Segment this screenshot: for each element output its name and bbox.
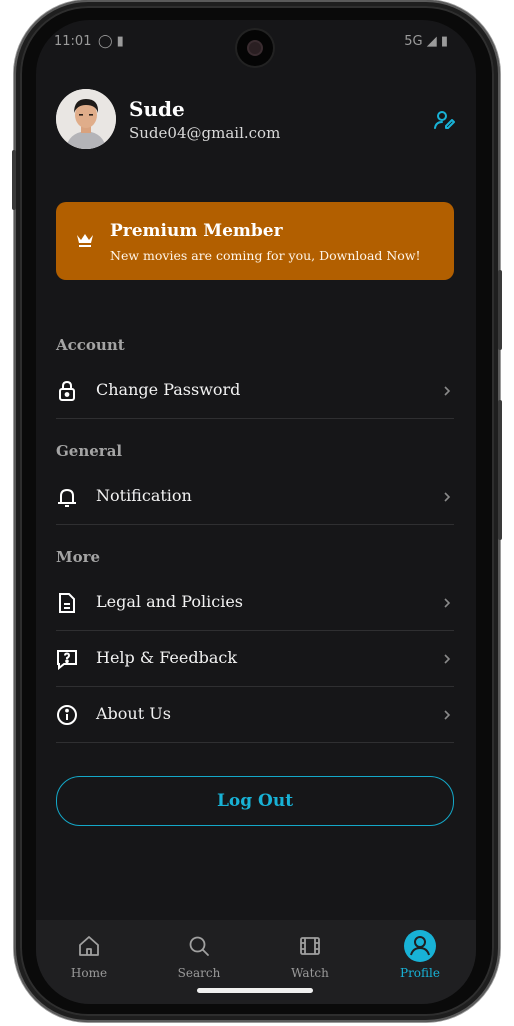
avatar-image: [56, 89, 116, 149]
chevron-right-icon: [444, 492, 451, 502]
logout-button[interactable]: Log Out: [56, 776, 454, 826]
network-label: 5G: [404, 34, 423, 49]
screen: 11:01 ◯ ▮ 5G ◢ ▮ Sude Sude04@gmail.com P…: [36, 20, 476, 1004]
avatar[interactable]: [56, 89, 116, 149]
settings-item-about-us[interactable]: About Us: [56, 690, 454, 743]
tab-label: Search: [177, 966, 221, 980]
premium-subtitle: New movies are coming for you, Download …: [110, 248, 421, 263]
profile-name: Sude: [129, 97, 185, 121]
settings-item-label: Legal and Policies: [96, 592, 243, 611]
home-icon: [79, 936, 99, 956]
premium-title: Premium Member: [110, 221, 283, 241]
side-button: [12, 150, 16, 210]
signal-icon: ◢ ▮: [426, 34, 448, 49]
profile-icon: [404, 930, 436, 962]
settings-item-label: About Us: [96, 704, 171, 723]
tab-home[interactable]: Home: [49, 932, 129, 990]
search-icon: [189, 936, 209, 956]
edit-profile-button[interactable]: [432, 108, 456, 132]
bell-icon: [58, 488, 76, 507]
settings-item-help-and-feedback[interactable]: Help & Feedback: [56, 634, 454, 687]
lock-icon: [59, 380, 75, 401]
tab-watch[interactable]: Watch: [270, 932, 350, 990]
chevron-right-icon: [444, 710, 451, 720]
side-button: [498, 270, 502, 350]
section-heading-account: Account: [56, 336, 125, 354]
side-button: [498, 400, 502, 540]
section-heading-general: General: [56, 442, 123, 460]
tab-profile[interactable]: Profile: [380, 930, 460, 990]
premium-banner[interactable]: Premium Member New movies are coming for…: [56, 202, 454, 280]
camera-cutout: [237, 30, 273, 66]
tab-label: Watch: [291, 966, 329, 980]
home-indicator[interactable]: [197, 988, 313, 993]
section-heading-more: More: [56, 548, 101, 566]
edit-user-icon: [434, 111, 455, 129]
settings-item-label: Notification: [96, 486, 192, 505]
document-icon: [59, 593, 75, 613]
status-time: 11:01: [54, 34, 92, 49]
settings-item-label: Change Password: [96, 380, 241, 399]
settings-item-label: Help & Feedback: [96, 648, 238, 667]
status-network: 5G ◢ ▮: [404, 34, 448, 49]
settings-item-change-password[interactable]: Change Password: [56, 366, 454, 419]
film-icon: [300, 937, 320, 955]
settings-item-notification[interactable]: Notification: [56, 472, 454, 525]
help-message-icon: [57, 650, 77, 670]
tab-label: Home: [70, 966, 108, 980]
crown-icon: [77, 234, 93, 247]
settings-item-legal-and-policies[interactable]: Legal and Policies: [56, 578, 454, 631]
info-icon: [57, 705, 77, 725]
chevron-right-icon: [444, 654, 451, 664]
profile-email: Sude04@gmail.com: [129, 124, 281, 142]
chevron-right-icon: [444, 386, 451, 396]
status-icons: ◯ ▮: [98, 34, 124, 49]
tab-search[interactable]: Search: [159, 932, 239, 990]
tab-label: Profile: [400, 966, 440, 980]
chevron-right-icon: [444, 598, 451, 608]
